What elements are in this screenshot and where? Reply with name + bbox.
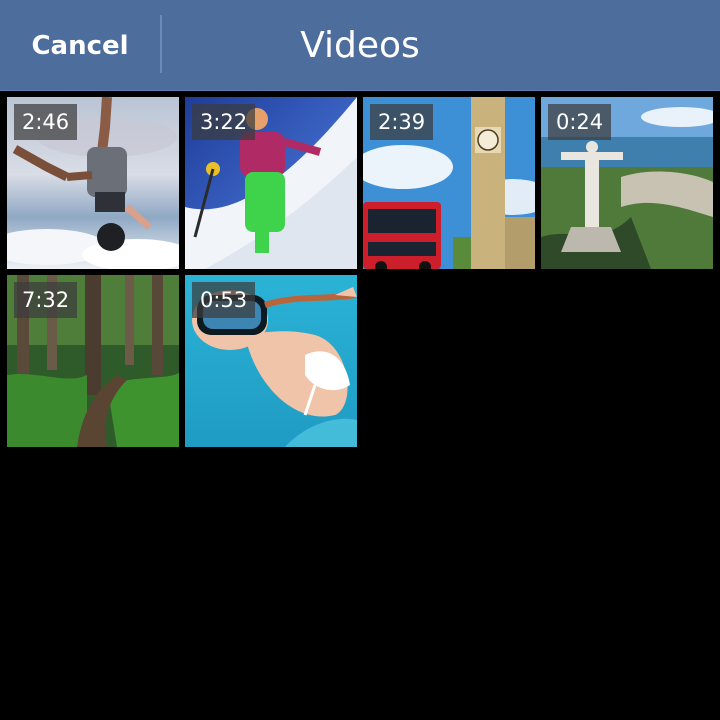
- video-thumbnail[interactable]: 0:24: [541, 97, 713, 269]
- video-duration: 3:22: [192, 104, 256, 140]
- video-thumbnail[interactable]: 2:39: [363, 97, 535, 269]
- page-title: Videos: [300, 25, 420, 66]
- cancel-button[interactable]: Cancel: [0, 0, 160, 91]
- video-grid: 2:46 3:22 2:39 0:24 7:32 0:53: [7, 97, 717, 457]
- video-duration: 7:32: [14, 282, 78, 318]
- video-thumbnail[interactable]: 2:46: [7, 97, 179, 269]
- video-thumbnail[interactable]: 0:53: [185, 275, 357, 447]
- top-bar: Cancel Videos: [0, 0, 720, 91]
- video-thumbnail[interactable]: 7:32: [7, 275, 179, 447]
- video-duration: 0:24: [548, 104, 612, 140]
- video-duration: 2:46: [14, 104, 78, 140]
- video-duration: 0:53: [192, 282, 256, 318]
- video-duration: 2:39: [370, 104, 434, 140]
- video-thumbnail[interactable]: 3:22: [185, 97, 357, 269]
